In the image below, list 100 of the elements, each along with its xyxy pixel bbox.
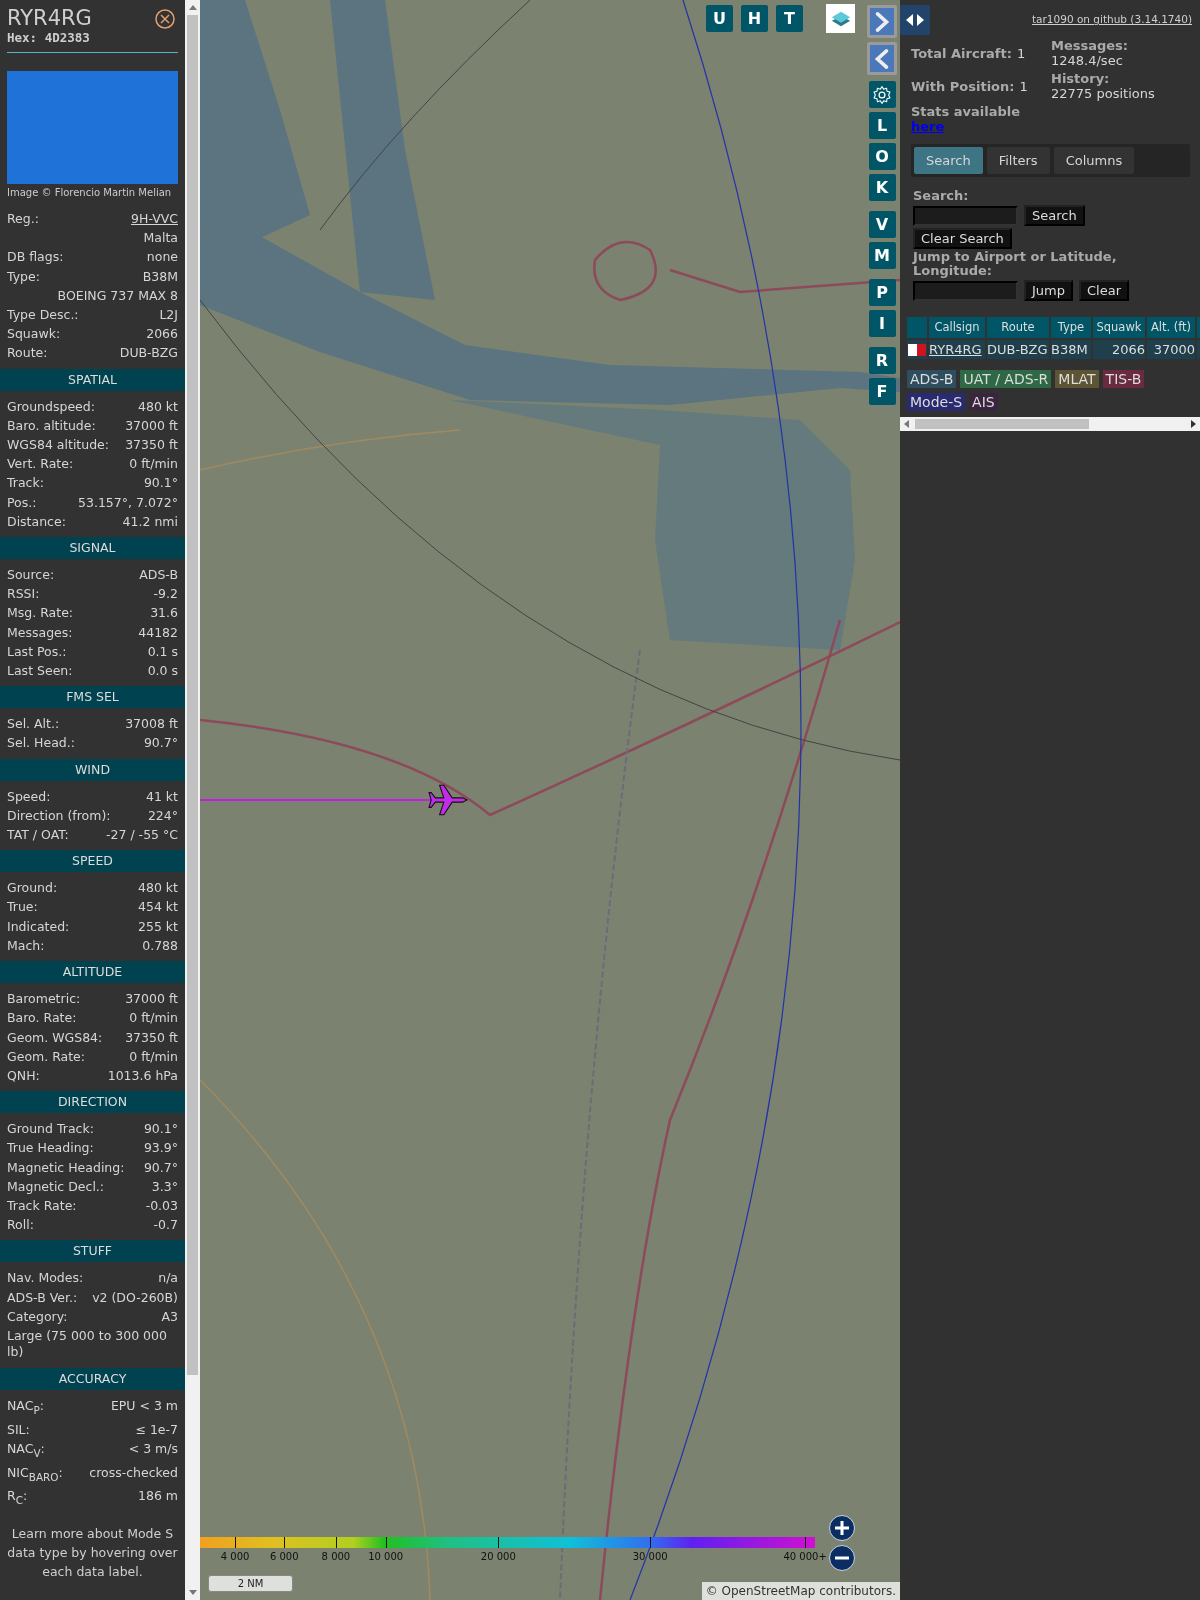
field-value: B38M bbox=[142, 267, 178, 286]
map-toggle-button[interactable]: R bbox=[868, 347, 896, 374]
map-toggle-button[interactable]: V bbox=[868, 211, 896, 238]
map-toggle-button[interactable]: U bbox=[706, 5, 733, 32]
field-value: 31.6 bbox=[150, 604, 178, 623]
search-label: Search: bbox=[913, 189, 970, 203]
horizontal-scrollbar[interactable] bbox=[900, 417, 1200, 431]
field-value: L2J bbox=[159, 306, 178, 324]
field-value: 480 kt bbox=[138, 879, 178, 898]
table-cell: B38M bbox=[1051, 340, 1091, 359]
clear-search-button[interactable]: Clear Search bbox=[913, 228, 1012, 249]
stat-label: Total Aircraft: bbox=[911, 45, 1012, 61]
field-label: Vert. Rate: bbox=[7, 455, 74, 474]
field-value: -0.7 bbox=[153, 1216, 178, 1235]
legend-label: 8 000 bbox=[321, 1551, 351, 1562]
field-value: 90.7° bbox=[143, 1158, 178, 1177]
table-header bbox=[907, 317, 927, 338]
jump-button[interactable]: Jump bbox=[1024, 280, 1073, 301]
field-label: Ground: bbox=[7, 879, 58, 898]
field-label: Sel. Alt.: bbox=[7, 715, 60, 734]
scroll-right-icon[interactable] bbox=[1191, 420, 1196, 428]
plus-icon bbox=[834, 1520, 850, 1536]
map-toggle-button[interactable]: L bbox=[868, 112, 896, 139]
field-value: 0 ft/min bbox=[129, 1047, 178, 1066]
help-text: Learn more about Mode S data type by hovering over each data label. bbox=[7, 1524, 178, 1581]
map-toggle-button[interactable]: T bbox=[776, 5, 803, 32]
field-value: 1013.6 hPa bbox=[107, 1066, 178, 1085]
field-label: Groundspeed: bbox=[7, 397, 95, 416]
expand-button[interactable] bbox=[867, 5, 897, 38]
layers-button[interactable] bbox=[826, 4, 855, 33]
hex-code: Hex: 4D2383 bbox=[7, 30, 91, 46]
map-toggle-button[interactable]: O bbox=[868, 143, 896, 170]
field-value: 0 ft/min bbox=[129, 1009, 178, 1028]
table-header[interactable]: Squawk bbox=[1093, 317, 1145, 338]
field-label: True: bbox=[7, 898, 38, 917]
field-value: 37350 ft bbox=[125, 436, 178, 455]
source-tag: MLAT bbox=[1055, 370, 1099, 388]
vertical-scrollbar[interactable] bbox=[185, 0, 200, 1600]
search-field[interactable] bbox=[913, 205, 1018, 226]
field-value: cross-checked bbox=[89, 1463, 178, 1482]
map-toggle-button[interactable]: F bbox=[868, 378, 896, 405]
clear-button[interactable]: Clear bbox=[1079, 280, 1129, 301]
legend-label: 20 000 bbox=[480, 1551, 516, 1562]
search-button[interactable]: Search bbox=[1024, 205, 1085, 226]
field-value: 454 kt bbox=[138, 898, 178, 917]
map-toggle-button[interactable]: H bbox=[741, 5, 768, 32]
field-label: Magnetic Heading: bbox=[7, 1158, 125, 1177]
scroll-left-icon[interactable] bbox=[904, 420, 909, 428]
tab[interactable]: Search bbox=[914, 147, 983, 174]
field-label: Speed: bbox=[7, 787, 51, 806]
stat-value: 1 bbox=[1019, 78, 1028, 94]
source-tag: ADS-B bbox=[907, 370, 957, 388]
map-toggle-button[interactable]: K bbox=[868, 174, 896, 201]
table-header[interactable]: Callsign bbox=[929, 317, 985, 338]
table-cell: 2066 bbox=[1093, 340, 1145, 359]
registration-link[interactable]: 9H-VVC bbox=[131, 209, 178, 229]
table-header[interactable]: Type bbox=[1051, 317, 1091, 338]
jump-field[interactable] bbox=[913, 280, 1018, 301]
map-toggle-button[interactable]: I bbox=[868, 310, 896, 337]
scrollbar-thumb[interactable] bbox=[187, 15, 198, 1375]
table-header[interactable]: Alt. (ft) bbox=[1147, 317, 1195, 338]
tab[interactable]: Columns bbox=[1053, 147, 1135, 174]
field-value: 0 ft/min bbox=[129, 455, 178, 474]
field-value: 37000 ft bbox=[125, 416, 178, 435]
field-value: 255 kt bbox=[138, 917, 178, 936]
map-toggle-button[interactable]: M bbox=[868, 242, 896, 269]
field-label: Nav. Modes: bbox=[7, 1269, 84, 1288]
field-label: Geom. WGS84: bbox=[7, 1028, 103, 1047]
field-label: Last Pos.: bbox=[7, 642, 67, 661]
left-right-arrows-icon bbox=[905, 13, 925, 27]
field-label: Mach: bbox=[7, 936, 45, 955]
field-value: 37008 ft bbox=[125, 715, 178, 734]
scrollbar-thumb[interactable] bbox=[915, 419, 1089, 429]
panel-toggle-button[interactable] bbox=[900, 5, 930, 35]
close-icon[interactable] bbox=[155, 9, 175, 29]
map-toggle-button[interactable]: P bbox=[868, 279, 896, 306]
field-value: 90.1° bbox=[143, 474, 178, 493]
field-value: Malta bbox=[143, 229, 178, 248]
attribution-link[interactable]: OpenStreetMap bbox=[721, 1584, 816, 1598]
field-label: TAT / OAT: bbox=[7, 826, 69, 845]
collapse-button[interactable] bbox=[867, 42, 897, 75]
scroll-up-icon[interactable] bbox=[188, 5, 197, 10]
stat-value: 1248.4/sec bbox=[1051, 53, 1123, 68]
source-tag: Mode-S bbox=[907, 393, 966, 411]
section-header: SIGNAL bbox=[0, 537, 185, 560]
field-label: NIC$_{BARO}$: bbox=[7, 1463, 63, 1485]
field-label: Msg. Rate: bbox=[7, 604, 74, 623]
section-header: WIND bbox=[0, 758, 185, 781]
field-label: Reg.: bbox=[7, 210, 39, 228]
field-value: 0.0 s bbox=[147, 662, 178, 681]
settings-button[interactable] bbox=[868, 81, 896, 108]
field-value: DUB-BZG bbox=[119, 344, 178, 363]
field-note: Large (75 000 to 300 000 lb) bbox=[7, 1326, 168, 1361]
stat-value: 22775 positions bbox=[1051, 86, 1155, 101]
scroll-down-icon[interactable] bbox=[188, 1590, 197, 1595]
airplane-icon[interactable] bbox=[428, 784, 468, 816]
github-link[interactable]: tar1090 on github (3.14.1740) bbox=[1032, 13, 1192, 25]
tab[interactable]: Filters bbox=[986, 147, 1050, 174]
table-header[interactable]: Route bbox=[987, 317, 1049, 338]
field-value: 37000 ft bbox=[125, 990, 178, 1009]
